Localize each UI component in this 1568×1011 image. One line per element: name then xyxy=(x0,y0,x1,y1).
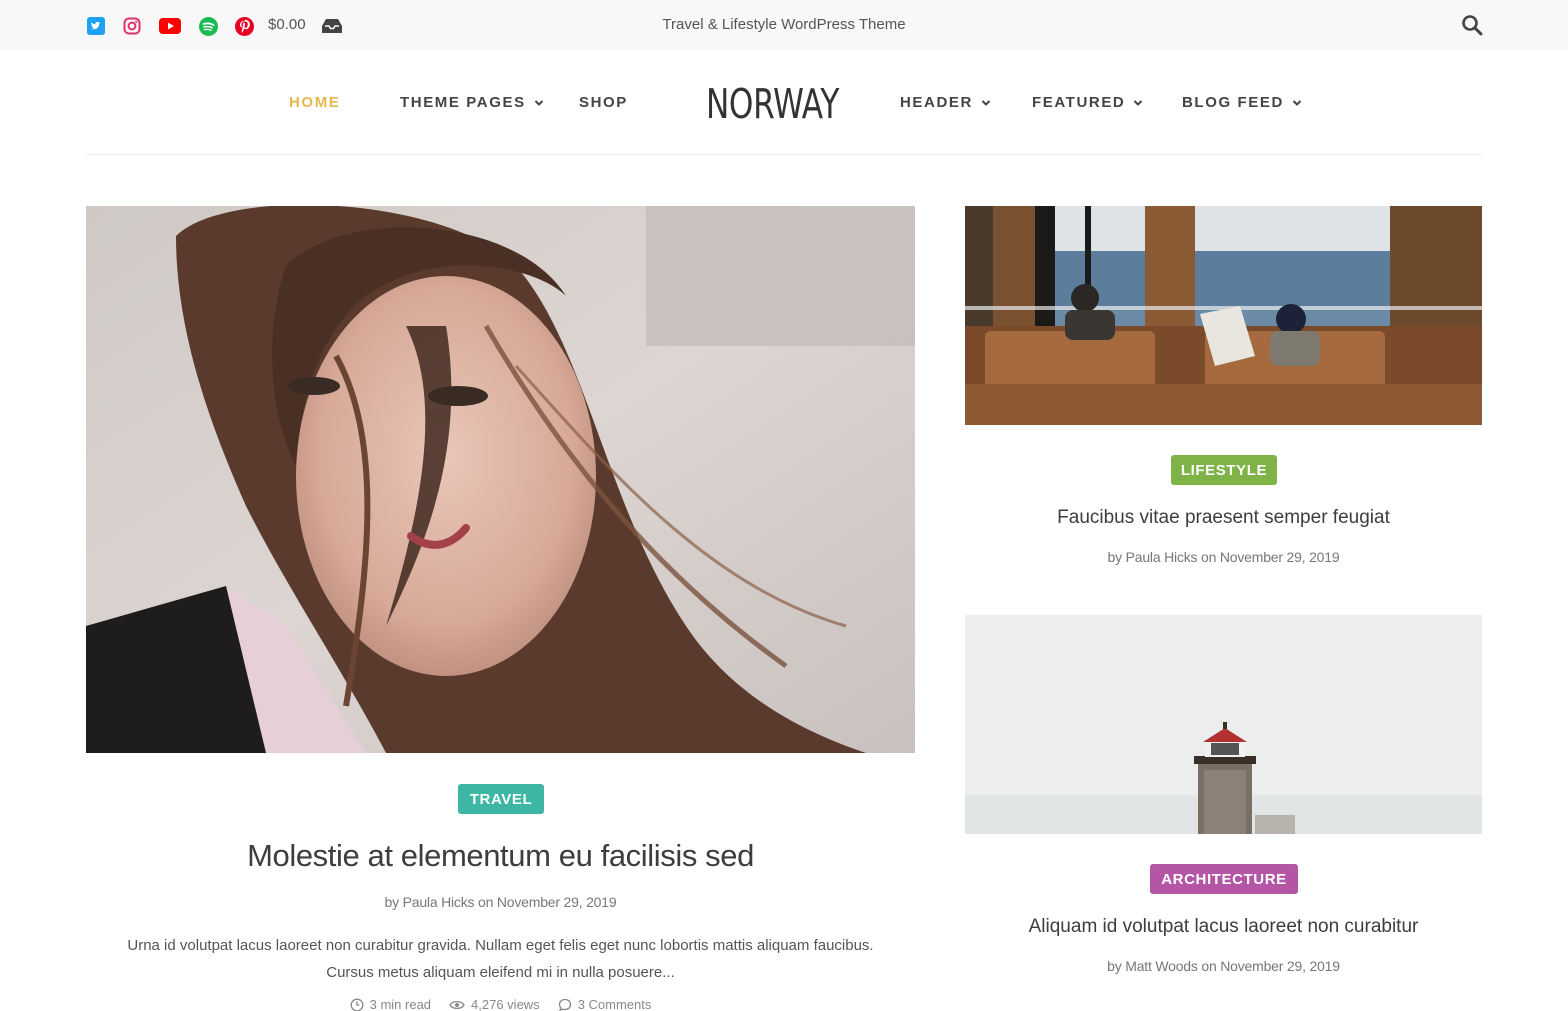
youtube-icon[interactable] xyxy=(158,16,182,36)
pinterest-icon[interactable] xyxy=(234,16,254,36)
chevron-down-icon xyxy=(981,99,991,106)
views-label: 4,276 views xyxy=(471,997,540,1011)
site-logo[interactable]: NORWAY xyxy=(706,80,839,128)
instagram-icon[interactable] xyxy=(122,16,142,36)
side-post-title[interactable]: Aliquam id volutpat lacus laoreet non cu… xyxy=(965,916,1482,938)
category-badge-architecture[interactable]: ARCHITECTURE xyxy=(1150,864,1298,894)
excerpt-line: Urna id volutpat lacus laoreet non curab… xyxy=(127,937,874,954)
main-navigation: HOME THEME PAGES SHOP NORWAY HEADER FEAT… xyxy=(0,50,1568,156)
nav-item-home[interactable]: HOME xyxy=(289,94,340,111)
chevron-down-icon xyxy=(534,99,543,106)
cart-total[interactable]: $0.00 xyxy=(268,16,306,33)
twitter-icon[interactable] xyxy=(86,16,106,36)
nav-item-label: FEATURED xyxy=(1032,94,1126,111)
featured-post-title[interactable]: Molestie at elementum eu facilisis sed xyxy=(86,838,915,874)
read-time-label: 3 min read xyxy=(369,997,432,1011)
nav-item-label: HEADER xyxy=(900,94,973,111)
featured-post-meta: 3 min read 4,276 views 3 Comments xyxy=(86,997,915,1011)
comment-icon xyxy=(558,998,571,1011)
nav-item-shop[interactable]: SHOP xyxy=(579,94,628,111)
top-bar: $0.00 Travel & Lifestyle WordPress Theme xyxy=(0,0,1568,50)
chevron-down-icon xyxy=(1134,99,1143,106)
read-time: 3 min read xyxy=(350,997,431,1011)
nav-item-label: THEME PAGES xyxy=(400,94,526,111)
eye-icon xyxy=(449,1000,465,1009)
search-icon[interactable] xyxy=(1461,14,1483,36)
views-count: 4,276 views xyxy=(449,997,540,1011)
social-links xyxy=(86,16,270,36)
nav-divider xyxy=(86,154,1482,155)
nav-item-header[interactable]: HEADER xyxy=(900,94,991,111)
comments-link[interactable]: 3 Comments xyxy=(558,997,652,1011)
featured-post-excerpt: Urna id volutpat lacus laoreet non curab… xyxy=(86,932,915,986)
side-post-image-architecture[interactable] xyxy=(965,615,1482,834)
featured-post-image[interactable] xyxy=(86,206,915,753)
nav-item-label: BLOG FEED xyxy=(1182,94,1284,111)
nav-item-label: HOME xyxy=(289,94,341,111)
side-post-title[interactable]: Faucibus vitae praesent semper feugiat xyxy=(965,507,1482,529)
clock-icon xyxy=(350,998,364,1011)
side-post-byline: by Paula Hicks on November 29, 2019 xyxy=(1107,549,1340,565)
nav-item-featured[interactable]: FEATURED xyxy=(1032,94,1143,111)
category-badge-travel[interactable]: TRAVEL xyxy=(458,784,544,814)
cart-icon[interactable] xyxy=(320,17,344,35)
category-badge-lifestyle[interactable]: LIFESTYLE xyxy=(1171,455,1277,485)
nav-item-blog-feed[interactable]: BLOG FEED xyxy=(1182,94,1302,111)
nav-item-theme-pages[interactable]: THEME PAGES xyxy=(400,94,544,111)
nav-item-label: SHOP xyxy=(579,94,628,111)
comments-label: 3 Comments xyxy=(577,997,652,1011)
featured-post-byline: by Paula Hicks on November 29, 2019 xyxy=(384,894,617,910)
spotify-icon[interactable] xyxy=(198,16,218,36)
chevron-down-icon xyxy=(1292,99,1302,106)
side-post-image-lifestyle[interactable] xyxy=(965,206,1482,425)
excerpt-line: Cursus metus aliquam eleifend mi in null… xyxy=(326,964,675,981)
side-post-byline: by Matt Woods on November 29, 2019 xyxy=(1107,958,1340,974)
